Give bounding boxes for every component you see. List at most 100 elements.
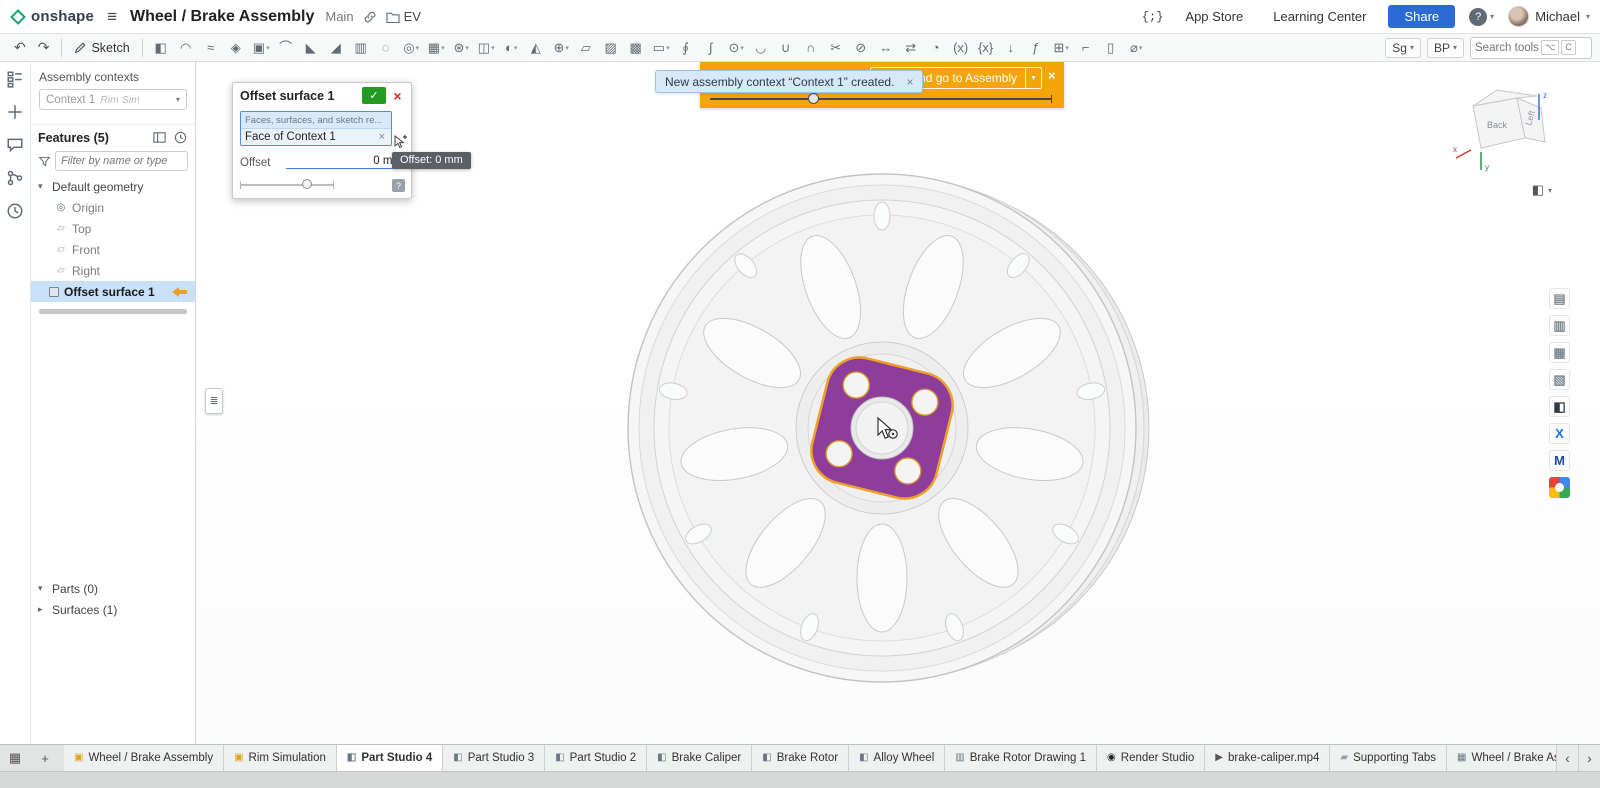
help-icon[interactable]: ? — [1469, 8, 1487, 26]
named-views-panel-icon[interactable]: ▤ — [1549, 288, 1570, 309]
rib-icon[interactable]: ▥ — [349, 37, 374, 59]
share-button[interactable]: Share — [1388, 5, 1455, 28]
boolean-icon[interactable]: ◐ ▾ — [499, 37, 524, 59]
project-folder[interactable]: EV — [386, 9, 421, 24]
selection-chip[interactable]: Face of Context 1 × — [241, 128, 391, 145]
document-tab[interactable]: Brake Rotor Drawing 1 — [945, 745, 1097, 771]
view-options-button[interactable]: ◧ ▾ — [1532, 182, 1552, 198]
workspace-branch[interactable]: Main — [325, 9, 353, 24]
main-menu-icon[interactable]: ≡ — [103, 7, 121, 27]
collapse-caret-icon[interactable]: ▾ — [38, 181, 47, 192]
search-tools-box[interactable]: ⌥ C — [1470, 37, 1592, 59]
app-store-link[interactable]: App Store — [1177, 6, 1251, 27]
variable-icon[interactable]: (x) — [949, 37, 974, 59]
document-tab[interactable]: Wheel / Brake Assembly — [1447, 745, 1556, 771]
featurescript-console-icon[interactable]: {;} — [1142, 10, 1164, 24]
variable-studio-icon[interactable]: {x} — [974, 37, 999, 59]
document-tab[interactable]: Brake Rotor — [752, 745, 849, 771]
sweep-icon[interactable]: ≈ — [199, 37, 224, 59]
sheet-metal-model-icon[interactable]: ⊞ ▾ — [1049, 37, 1074, 59]
move-face-icon[interactable]: ↔ — [874, 37, 899, 59]
fillet-icon[interactable]: ⌒ — [274, 37, 299, 59]
hole-icon[interactable]: ◎ ▾ — [399, 37, 424, 59]
viewcube-back-label[interactable]: Back — [1487, 120, 1508, 130]
mcmaster-panel-icon[interactable]: M — [1549, 450, 1570, 471]
tables-panel-icon[interactable]: ▦ — [1549, 342, 1570, 363]
history-icon[interactable] — [6, 202, 24, 220]
derived-icon[interactable]: ↓ — [999, 37, 1024, 59]
parts-group[interactable]: ▾ Parts (0) — [31, 578, 195, 599]
feature-history-icon[interactable] — [173, 130, 188, 145]
loft-icon[interactable]: ◈ — [224, 37, 249, 59]
custom-feature-bp-button[interactable]: BP ▾ — [1427, 38, 1464, 58]
chamfer-icon[interactable]: ◣ — [299, 37, 324, 59]
view-cube[interactable]: Back Left z x y — [1451, 78, 1555, 178]
graphics-viewport[interactable]: Insert and go to Assembly ▼ × New assemb… — [196, 62, 1600, 744]
replace-face-icon[interactable]: ⇄ — [899, 37, 924, 59]
rollback-bar[interactable] — [39, 309, 187, 314]
intersection-curve-icon[interactable]: ∩ — [799, 37, 824, 59]
bridging-curve-icon[interactable]: ◡ — [749, 37, 774, 59]
measure-icon[interactable]: ⌀ ▾ — [1124, 37, 1149, 59]
tree-item[interactable]: Right — [31, 260, 195, 281]
user-menu[interactable]: Michael ▾ — [1508, 6, 1590, 27]
panel-collapse-handle[interactable]: ≣ — [205, 388, 223, 414]
sketch-button[interactable]: Sketch — [68, 39, 135, 57]
banner-dropdown-caret-icon[interactable]: ▼ — [1025, 68, 1041, 88]
flange-icon[interactable]: ⌐ — [1074, 37, 1099, 59]
document-tab[interactable]: Part Studio 4 — [337, 745, 443, 771]
context-selector[interactable]: Context 1 Rim Sim ▾ — [39, 89, 187, 110]
tab-manager-icon[interactable]: ▦ — [0, 745, 30, 771]
sheet-metal-tab-icon[interactable]: ▯ — [1099, 37, 1124, 59]
document-tab[interactable]: Brake Caliper — [647, 745, 752, 771]
custom-feature-sg-button[interactable]: Sg ▾ — [1385, 38, 1421, 58]
transform-icon[interactable]: ⊕ ▾ — [549, 37, 574, 59]
float-panel-icon[interactable] — [152, 130, 167, 145]
document-tab[interactable]: Supporting Tabs — [1330, 745, 1447, 771]
selection-list[interactable]: Faces, surfaces, and sketch re... Face o… — [240, 111, 392, 146]
document-tab[interactable]: Part Studio 2 — [545, 745, 647, 771]
plane-icon[interactable]: ▭ ▾ — [649, 37, 674, 59]
document-tab[interactable]: Rim Simulation — [224, 745, 337, 771]
thicken-icon[interactable]: ▣ ▾ — [249, 37, 274, 59]
learning-center-link[interactable]: Learning Center — [1265, 6, 1374, 27]
feature-list-panel-icon[interactable] — [6, 70, 24, 88]
document-tab[interactable]: Wheel / Brake Assembly — [64, 745, 224, 771]
delete-face-icon[interactable]: ⊘ — [849, 37, 874, 59]
help-caret-icon[interactable]: ▾ — [1490, 12, 1494, 21]
document-tab[interactable]: brake-caliper.mp4 — [1205, 745, 1330, 771]
project-curve-icon[interactable]: ⊙ ▾ — [724, 37, 749, 59]
create-tab-icon[interactable]: + — [30, 745, 60, 771]
tree-item-offset-surface-1[interactable]: Offset surface 1 — [31, 281, 195, 302]
bom-panel-icon[interactable]: ▧ — [1549, 369, 1570, 390]
scroll-tabs-left-icon[interactable]: ‹ — [1556, 745, 1578, 771]
filter-icon[interactable] — [38, 155, 51, 168]
offset-value-input[interactable] — [286, 155, 404, 169]
revolve-icon[interactable]: ◠ — [174, 37, 199, 59]
linear-pattern-icon[interactable]: ▦ ▾ — [424, 37, 449, 59]
helix-icon[interactable]: ∮ — [674, 37, 699, 59]
circular-pattern-icon[interactable]: ⊛ ▾ — [449, 37, 474, 59]
tree-item[interactable]: Front — [31, 239, 195, 260]
surfaces-group[interactable]: ▸ Surfaces (1) — [31, 599, 195, 620]
context-opacity-slider[interactable] — [710, 98, 1052, 100]
document-tab[interactable]: Part Studio 3 — [443, 745, 545, 771]
offset-slider-handle[interactable] — [302, 179, 312, 189]
dialog-help-icon[interactable]: ? — [392, 179, 405, 192]
insert-item-icon[interactable] — [6, 103, 24, 121]
drive-panel-icon[interactable] — [1549, 477, 1570, 498]
mirror-icon[interactable]: ◫ ▾ — [474, 37, 499, 59]
composite-curve-icon[interactable]: ∪ — [774, 37, 799, 59]
shell-icon[interactable]: ◌ — [374, 37, 399, 59]
feature-filter-input[interactable] — [55, 151, 188, 171]
document-tab[interactable]: Render Studio — [1097, 745, 1205, 771]
tree-group-default-geometry[interactable]: ▾ Default geometry — [31, 176, 195, 197]
scroll-tabs-right-icon[interactable]: › — [1578, 745, 1600, 771]
comments-icon[interactable] — [6, 136, 24, 154]
toast-close-icon[interactable]: × — [906, 75, 913, 89]
remove-selection-icon[interactable]: × — [377, 131, 387, 143]
search-tools-input[interactable] — [1475, 42, 1539, 54]
appearance-panel-icon[interactable]: ▥ — [1549, 315, 1570, 336]
extrude-icon[interactable]: ◧ — [149, 37, 174, 59]
trim-curve-icon[interactable]: ✂ — [824, 37, 849, 59]
